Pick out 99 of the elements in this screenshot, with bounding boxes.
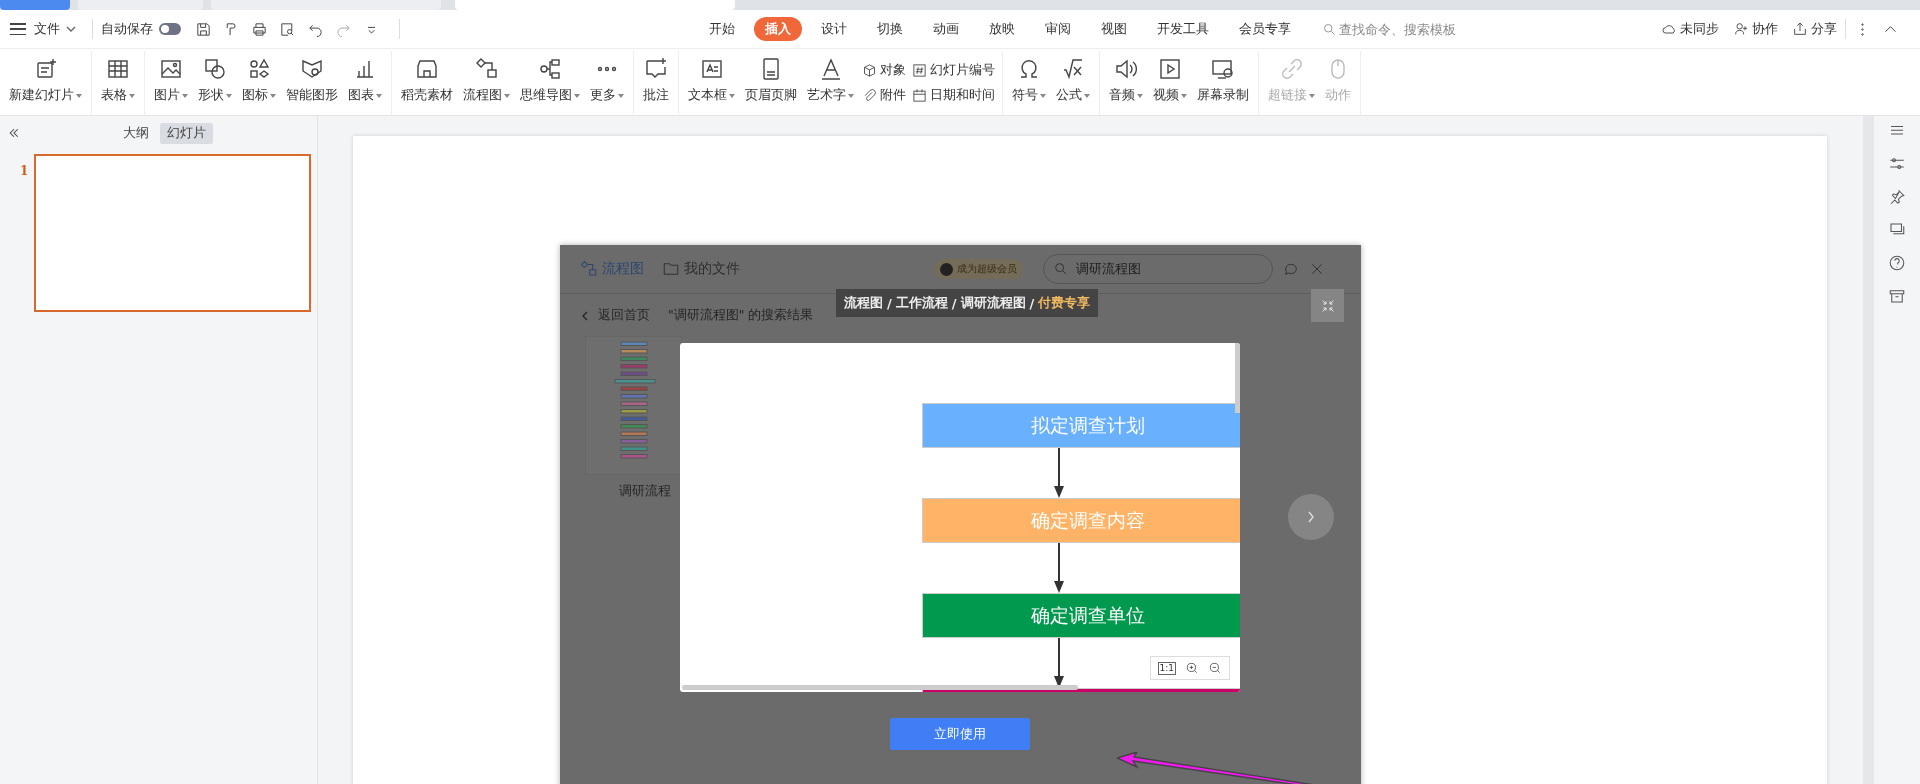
slide-number: 1 <box>20 163 30 180</box>
store-icon <box>415 57 439 81</box>
ribbon-tab[interactable]: 视图 <box>1090 17 1138 41</box>
hash-icon <box>912 63 927 78</box>
result-caption: 调研流程 <box>617 483 671 500</box>
breadcrumb-item[interactable]: 工作流程 <box>895 294 948 312</box>
ribbon-button[interactable]: 公式 <box>1051 51 1095 115</box>
scrollbar[interactable] <box>1863 116 1874 784</box>
help-icon[interactable] <box>1888 254 1906 272</box>
ribbon-button[interactable]: 形状 <box>193 51 237 115</box>
breadcrumb-item[interactable]: 调研流程图 <box>960 294 1026 312</box>
ribbon-tab[interactable]: 会员专享 <box>1228 17 1302 41</box>
share-icon <box>1792 21 1808 37</box>
link-icon <box>1279 57 1304 81</box>
screen-record-icon <box>1211 57 1235 81</box>
ribbon-button[interactable]: 艺术字 <box>802 51 859 115</box>
mind-map-icon <box>538 57 562 81</box>
chevron-left-icon <box>580 310 590 321</box>
ribbon-button[interactable]: 屏幕录制 <box>1192 51 1254 115</box>
menu-icon[interactable] <box>10 23 26 35</box>
speaker-icon <box>1114 57 1138 81</box>
ribbon-button[interactable]: 更多 <box>585 51 629 115</box>
toolbar-action[interactable]: 分享 <box>1792 20 1837 38</box>
ribbon-button[interactable]: 流程图 <box>458 51 515 115</box>
ribbon-button[interactable]: 图表 <box>343 51 387 115</box>
ribbon-button[interactable]: 附件 <box>862 87 906 104</box>
panel-tab[interactable]: 幻灯片 <box>160 122 213 144</box>
add-user-icon <box>1733 21 1749 37</box>
panel-tab[interactable]: 大纲 <box>116 122 156 144</box>
ribbon-button[interactable]: 页眉页脚 <box>740 51 802 115</box>
actual-size-button[interactable]: 1:1 <box>1157 661 1176 675</box>
autosave-toggle[interactable] <box>159 23 181 35</box>
flowchart-icon <box>580 260 598 278</box>
flow-node: 确定调查内容 <box>922 498 1240 543</box>
text-box-icon <box>699 57 724 81</box>
scrollbar[interactable] <box>682 685 1078 690</box>
calendar-icon <box>912 88 927 103</box>
print-preview-icon[interactable] <box>279 20 296 38</box>
ribbon-button[interactable]: 思维导图 <box>515 51 585 115</box>
ribbon-button[interactable]: 文本框 <box>683 51 740 115</box>
ribbon-button[interactable]: 幻灯片编号 <box>912 62 995 79</box>
breadcrumb-separator: / <box>951 295 957 311</box>
ribbon-button[interactable]: 音频 <box>1104 51 1148 115</box>
close-icon[interactable] <box>1309 261 1325 277</box>
file-menu[interactable]: 文件 <box>34 20 60 38</box>
shapes-icon <box>203 57 227 81</box>
table-icon <box>106 57 130 81</box>
search-icon <box>1322 21 1337 37</box>
cube-icon <box>862 63 877 78</box>
ribbon-button[interactable]: 日期和时间 <box>912 87 995 104</box>
toolbar-action[interactable]: 协作 <box>1733 20 1778 38</box>
ribbon-tab[interactable]: 切换 <box>866 17 914 41</box>
ribbon-tab[interactable]: 审阅 <box>1034 17 1082 41</box>
ribbon-button[interactable]: 视频 <box>1148 51 1192 115</box>
ribbon-button[interactable]: 表格 <box>96 51 140 115</box>
pin-icon[interactable] <box>1888 188 1906 206</box>
breadcrumb-separator: / <box>887 295 892 311</box>
flowchart-thumbnail[interactable] <box>585 336 682 475</box>
archive-icon[interactable] <box>1888 287 1906 305</box>
flow-node: 拟定调查计划 <box>922 403 1240 448</box>
ribbon-button[interactable]: 图片 <box>149 51 193 115</box>
autosave-label: 自动保存 <box>101 20 153 38</box>
ribbon-tab[interactable]: 动画 <box>922 17 970 41</box>
collapse-panel-icon[interactable] <box>8 127 20 139</box>
ribbon-button[interactable]: 符号 <box>1007 51 1051 115</box>
zoom-out-icon[interactable] <box>1208 661 1222 675</box>
ribbon-button[interactable]: 对象 <box>862 62 906 79</box>
ribbon-button[interactable]: 图标 <box>237 51 281 115</box>
shapes-grid-icon <box>247 57 271 81</box>
ribbon-tab[interactable]: 开发工具 <box>1146 17 1220 41</box>
flow-node: 确定调查单位 <box>922 593 1240 638</box>
breadcrumb-separator: / <box>1029 295 1035 311</box>
chevron-down-icon[interactable] <box>66 24 76 34</box>
scrollbar[interactable] <box>1235 343 1240 413</box>
picture-icon <box>159 57 183 81</box>
slide-thumbnail[interactable] <box>34 154 311 312</box>
breadcrumb-item[interactable]: 流程图 <box>844 294 883 312</box>
print-icon[interactable] <box>251 20 268 38</box>
command-search-field[interactable]: 查找命令、搜索模板 <box>1337 20 1501 38</box>
ribbon-tab[interactable]: 设计 <box>810 17 858 41</box>
zoom-in-icon[interactable] <box>1185 661 1199 675</box>
paid-label: 付费专享 <box>1038 294 1091 312</box>
paperclip-icon <box>862 88 877 103</box>
ribbon-button[interactable]: 新建幻灯片 <box>4 51 87 115</box>
ribbon-tab[interactable]: 放映 <box>978 17 1026 41</box>
formula-icon <box>1061 57 1085 81</box>
video-icon <box>1158 57 1182 81</box>
ribbon-button[interactable]: 批注 <box>638 51 674 115</box>
folder-icon <box>662 260 680 278</box>
ribbon-button[interactable]: 稻壳素材 <box>396 51 458 115</box>
ribbon-button[interactable]: 智能图形 <box>281 51 343 115</box>
results-label: "调研流程图" 的搜索结果 <box>668 307 814 324</box>
toolbar-action[interactable]: 未同步 <box>1661 20 1719 38</box>
save-icon[interactable] <box>195 20 212 38</box>
flowchart-icon <box>474 57 499 81</box>
search-icon <box>1053 261 1069 277</box>
ribbon-tab[interactable]: 开始 <box>698 17 746 41</box>
use-now-button[interactable]: 立即使用 <box>890 718 1030 750</box>
more-icon <box>595 66 619 72</box>
